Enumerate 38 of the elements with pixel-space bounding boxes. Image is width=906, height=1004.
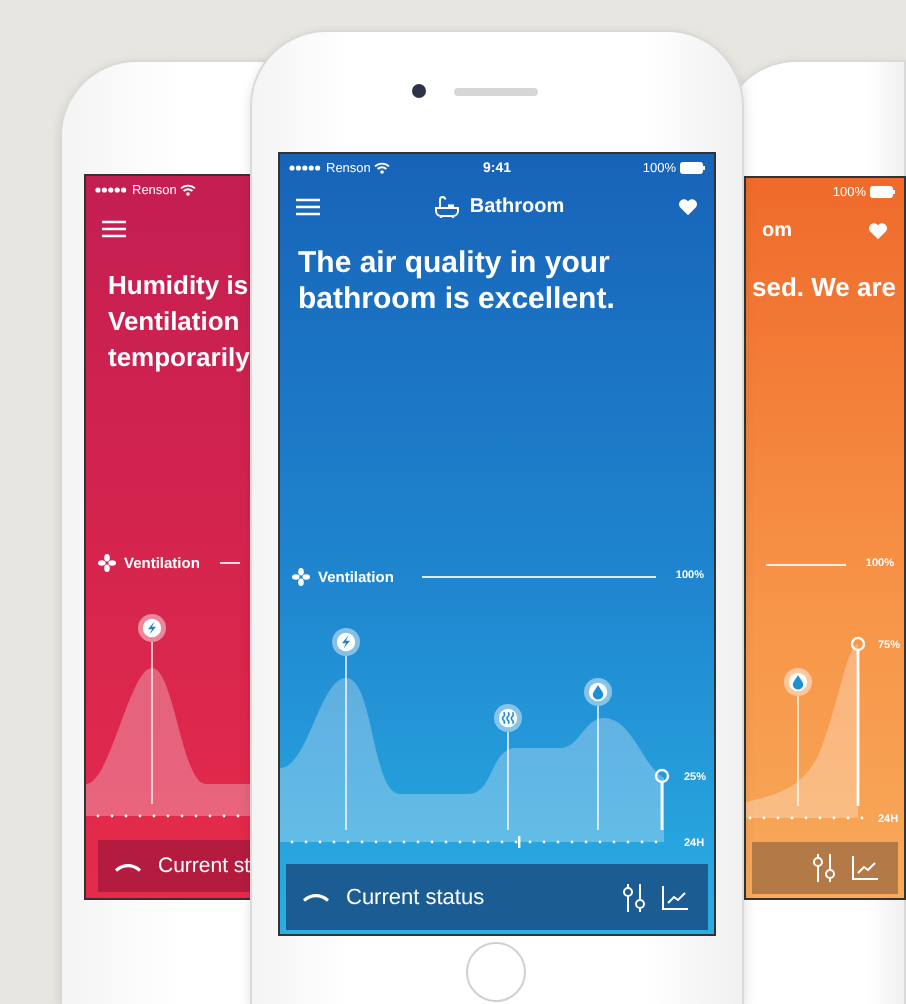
status-headline: sed. We are xyxy=(752,270,897,306)
lightning-bolt-icon[interactable] xyxy=(138,614,166,642)
line-chart-icon[interactable] xyxy=(662,885,688,909)
speaker-grille xyxy=(454,88,538,96)
current-status-label: Current st xyxy=(158,854,250,878)
level-handle[interactable] xyxy=(850,636,866,806)
timeline-dots xyxy=(748,816,864,820)
battery-icon xyxy=(870,186,896,198)
current-status-bar[interactable] xyxy=(752,842,898,894)
fan-icon xyxy=(98,553,116,571)
water-drop-icon[interactable] xyxy=(584,678,612,706)
room-title: om xyxy=(762,219,792,241)
line-chart-icon[interactable] xyxy=(852,856,878,880)
lightning-bolt-icon[interactable] xyxy=(332,628,360,656)
current-status-label: Current status xyxy=(346,885,487,909)
sliders-icon[interactable] xyxy=(622,883,646,911)
chevron-up-icon xyxy=(114,861,142,871)
status-headline: Humidity is Ventilation temporarily xyxy=(108,268,250,376)
sliders-icon[interactable] xyxy=(812,854,836,882)
current-status-bar[interactable]: Current st xyxy=(98,840,250,892)
status-headline: The air quality in your bathroom is excellent. xyxy=(298,246,615,318)
level-handle[interactable] xyxy=(654,768,670,830)
signal-dots-icon xyxy=(288,164,322,172)
water-drop-icon[interactable] xyxy=(784,668,812,696)
current-status-bar[interactable]: Current status xyxy=(286,864,708,930)
room-title: Bathroom xyxy=(469,195,565,217)
signal-dots-icon xyxy=(94,186,128,194)
heart-icon[interactable] xyxy=(868,221,888,239)
battery-icon xyxy=(680,162,706,174)
wifi-icon xyxy=(180,184,197,196)
bathtub-icon xyxy=(433,195,460,217)
heat-waves-icon[interactable] xyxy=(494,704,522,732)
fan-icon xyxy=(292,567,310,585)
wifi-icon xyxy=(374,162,391,174)
chevron-up-icon xyxy=(302,892,330,902)
menu-icon[interactable] xyxy=(296,197,320,215)
heart-icon[interactable] xyxy=(678,197,698,215)
menu-icon[interactable] xyxy=(102,219,126,237)
